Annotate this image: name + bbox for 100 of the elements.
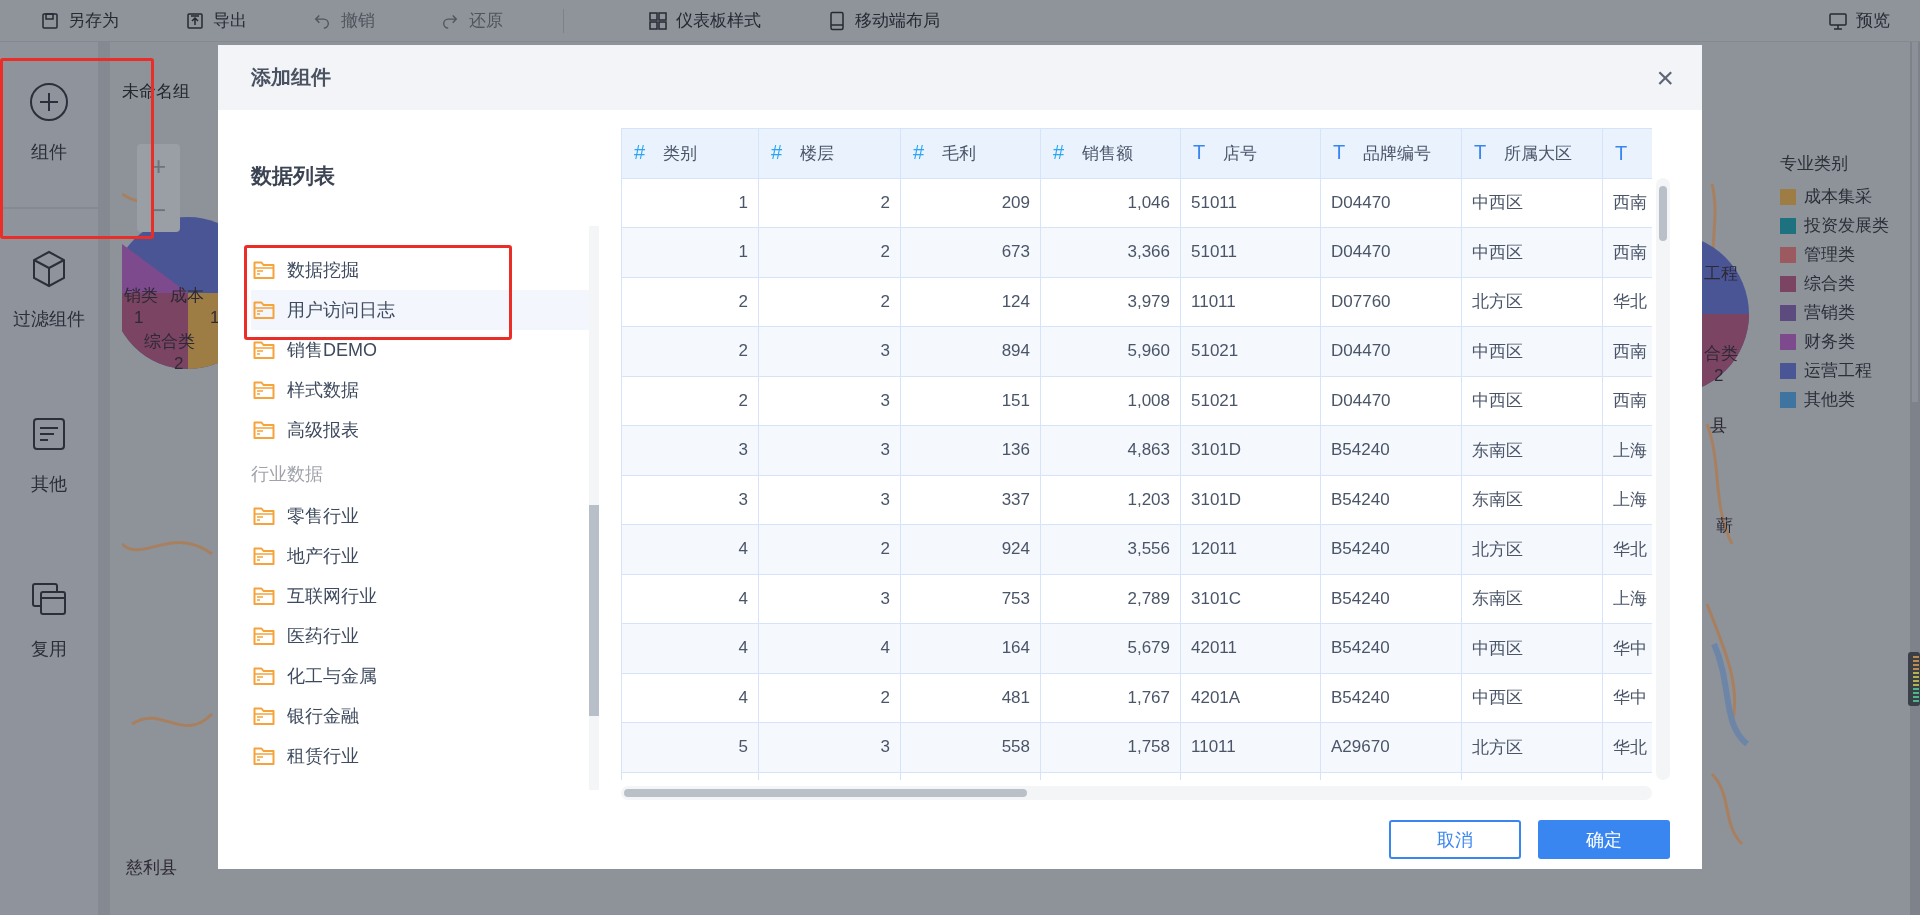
table-cell: 东南区 [1461,574,1603,624]
table-cell: B54240 [1320,425,1462,475]
folder-icon [253,340,275,360]
table-cell: 北方区 [1461,524,1603,574]
column-header[interactable]: T 店号 [1180,128,1321,178]
table-cell: 4 [621,623,759,673]
sidebar-item[interactable]: 组件 [0,42,98,207]
table-cell: 中西区 [1461,623,1603,673]
legend-label: 营销类 [1804,302,1855,324]
column-header[interactable]: # 类别 [621,128,759,178]
column-header[interactable]: T 所属大区 [1461,128,1603,178]
dataset-item[interactable]: 租赁行业 [251,736,589,776]
section-heading: 行业数据 [251,463,324,486]
map-label: 县 [1710,415,1727,437]
dataset-item[interactable]: 医药行业 [251,616,589,656]
folder-icon [253,666,275,686]
table-cell: 2 [621,376,759,426]
table-cell: 中西区 [1461,178,1603,228]
sidebar-item[interactable]: 其他 [0,374,98,539]
monitor-icon [1828,10,1848,31]
table-cell: 1 [621,227,759,277]
table-cell: 3 [758,376,901,426]
legend-title: 专业类别 [1780,153,1849,175]
table-scrollbar[interactable] [621,786,1652,800]
page-scrollbar[interactable] [1910,42,1920,915]
confirm-button[interactable]: 确定 [1538,820,1670,859]
table-cell: 1,008 [1040,376,1181,426]
table-cell: 2 [758,277,901,327]
table-cell: B54240 [1320,524,1462,574]
pie-label: 工程 [1704,263,1738,285]
dataset-item[interactable]: 银行金融 [251,696,589,736]
pie-label: 合类 [1704,343,1738,365]
table-cell: 3 [758,722,901,772]
table-cell: 5 [621,722,759,772]
folder-icon [253,260,275,280]
table-cell: 164 [900,623,1041,673]
cancel-button[interactable]: 取消 [1389,820,1521,859]
table-cell: D04470 [1320,376,1462,426]
sidebar-item[interactable]: 复用 [0,539,98,704]
table-cell: 1 [621,178,759,228]
column-header[interactable]: T 品牌编号 [1320,128,1462,178]
table-cell: B54240 [1320,574,1462,624]
toolbar-button[interactable]: 导出 [185,9,247,32]
column-header[interactable]: # 楼层 [758,128,901,178]
dataset-item[interactable]: 化工与金属 [251,656,589,696]
list-scrollbar[interactable] [589,226,599,790]
table-cell: 北方区 [1461,722,1603,772]
table-cell: 3101D [1180,475,1321,525]
table-cell: 2 [758,673,901,723]
table-cell: 上海 [1602,425,1652,475]
dataset-item[interactable]: 地产行业 [251,536,589,576]
list-heading: 数据列表 [251,163,336,189]
legend-label: 成本集采 [1804,186,1872,208]
legend-label: 投资发展类 [1804,215,1889,237]
dataset-item[interactable]: 数据挖掘 [251,250,589,290]
close-button[interactable]: × [1652,62,1678,93]
table-cell: 1,203 [1040,475,1181,525]
legend-label: 财务类 [1804,331,1855,353]
column-header[interactable]: # 毛利 [900,128,1041,178]
table-cell: 2 [621,277,759,327]
table-cell: 3 [758,574,901,624]
toolbar-button[interactable]: 仪表板样式 [648,9,761,32]
table-cell: 3 [621,425,759,475]
legend-label: 管理类 [1804,244,1855,266]
grid-icon [648,10,668,31]
table-cell: 东南区 [1461,475,1603,525]
dataset-item[interactable]: 互联网行业 [251,576,589,616]
pie-label: 综合类 [144,331,195,353]
table-cell: B54240 [1320,623,1462,673]
table-cell: 华北 [1602,722,1652,772]
table-cell: 3 [621,475,759,525]
toolbar-button[interactable]: 移动端布局 [827,9,940,32]
table-scrollbar[interactable] [1656,178,1670,780]
dataset-item[interactable]: 用户访问日志 [251,290,589,330]
table-cell: 3 [758,425,901,475]
dataset-item[interactable]: 高级报表 [251,410,589,450]
table-cell: 中西区 [1461,326,1603,376]
table-cell: D04470 [1320,326,1462,376]
folder-icon [253,380,275,400]
table-cell: 2,789 [1040,574,1181,624]
table-cell: 中西区 [1461,673,1603,723]
dataset-item[interactable]: 零售行业 [251,496,589,536]
folder-icon [253,706,275,726]
sidebar-item[interactable]: 过滤组件 [0,209,98,374]
table-cell: 3101C [1180,574,1321,624]
toolbar-button[interactable]: 另存为 [40,9,119,32]
dataset-item[interactable]: 样式数据 [251,370,589,410]
table-cell: D04470 [1320,227,1462,277]
dataset-item[interactable]: 销售DEMO [251,330,589,370]
level-meter-icon [1908,652,1920,706]
dialog-title: 添加组件 [251,65,331,90]
table-cell: 北方区 [1461,277,1603,327]
table-cell: 1,767 [1040,673,1181,723]
table-cell: 1,758 [1040,722,1181,772]
phone-icon [827,10,847,31]
preview-button[interactable]: 预览 [1828,9,1890,32]
map-label: 蕲 [1716,515,1733,537]
table-cell: 558 [900,722,1041,772]
column-header[interactable]: # 销售额 [1040,128,1181,178]
table-cell: 东南区 [1461,425,1603,475]
